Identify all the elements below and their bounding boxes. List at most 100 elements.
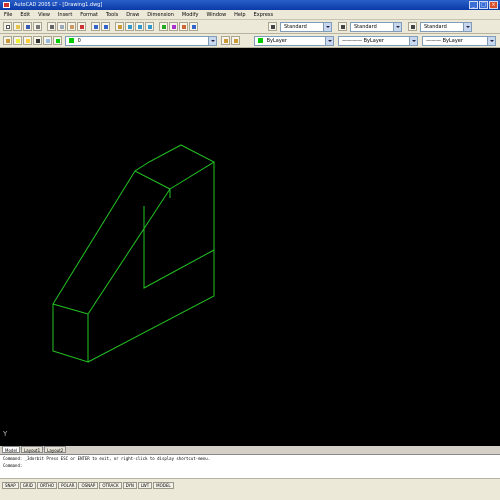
chevron-down-icon[interactable] — [463, 23, 471, 31]
table-style-select[interactable]: Standard — [420, 22, 472, 32]
make-current-layer-icon[interactable] — [221, 36, 230, 45]
menu-draw[interactable]: Draw — [126, 12, 139, 18]
chevron-down-icon[interactable] — [409, 37, 417, 45]
text-style-select[interactable]: Standard — [280, 22, 332, 32]
chevron-down-icon[interactable] — [325, 37, 333, 45]
tool-palettes-icon[interactable] — [179, 22, 188, 31]
menu-tools[interactable]: Tools — [106, 12, 118, 18]
color-value: ByLayer — [266, 38, 287, 44]
menu-bar: File Edit View Insert Format Tools Draw … — [0, 10, 500, 20]
menu-view[interactable]: View — [38, 12, 50, 18]
model-top-face — [134, 144, 216, 190]
open-icon[interactable] — [13, 22, 22, 31]
layer-color-swatch — [69, 38, 74, 43]
sun-icon[interactable] — [23, 36, 32, 45]
print-icon[interactable] — [33, 22, 42, 31]
help-icon[interactable] — [189, 22, 198, 31]
lightbulb-icon[interactable] — [13, 36, 22, 45]
text-style-icon — [268, 22, 277, 31]
title-bar: AutoCAD 2005 LT - [Drawing1.dwg] _ □ × — [0, 0, 500, 10]
layer-previous-icon[interactable] — [231, 36, 240, 45]
lineweight-value: ByLayer — [442, 38, 463, 44]
chevron-down-icon[interactable] — [208, 37, 216, 45]
zoom-previous-icon[interactable] — [145, 22, 154, 31]
model-sloped-face — [52, 170, 171, 315]
redo-icon[interactable] — [101, 22, 110, 31]
properties-icon[interactable] — [159, 22, 168, 31]
undo-icon[interactable] — [91, 22, 100, 31]
snap-toggle[interactable]: SNAP — [2, 482, 19, 489]
chevron-down-icon[interactable] — [393, 23, 401, 31]
match-properties-icon[interactable] — [77, 22, 86, 31]
layer-value: 0 — [77, 38, 81, 44]
dim-style-value: Standard — [354, 24, 377, 30]
color-select[interactable]: ByLayer — [254, 36, 334, 46]
window-controls: _ □ × — [469, 1, 498, 9]
dim-style-icon — [338, 22, 347, 31]
menu-format[interactable]: Format — [80, 12, 98, 18]
menu-dimension[interactable]: Dimension — [147, 12, 174, 18]
standard-toolbar: Standard Standard Standard — [0, 20, 500, 34]
paste-icon[interactable] — [67, 22, 76, 31]
lwt-toggle[interactable]: LWT — [137, 482, 153, 489]
menu-file[interactable]: File — [4, 12, 12, 18]
save-icon[interactable] — [23, 22, 32, 31]
tab-layout2[interactable]: Layout2 — [44, 446, 67, 453]
grid-toggle[interactable]: GRID — [19, 482, 36, 489]
osnap-toggle[interactable]: OSNAP — [78, 482, 99, 489]
menu-modify[interactable]: Modify — [182, 12, 199, 18]
zoom-window-icon[interactable] — [135, 22, 144, 31]
linetype-select[interactable]: ———— ByLayer — [338, 36, 418, 46]
linetype-value: ByLayer — [363, 38, 384, 44]
lineweight-sample: ——— — [426, 38, 443, 44]
command-prompt[interactable]: Command: — [3, 462, 500, 469]
zoom-realtime-icon[interactable] — [125, 22, 134, 31]
polar-toggle[interactable]: POLAR — [58, 482, 78, 489]
copy-icon[interactable] — [57, 22, 66, 31]
command-line[interactable]: Command: _3dorbit Press ESC or ENTER to … — [0, 454, 500, 478]
chevron-down-icon[interactable] — [323, 23, 331, 31]
menu-window[interactable]: Window — [206, 12, 226, 18]
freeze-icon[interactable] — [43, 36, 52, 45]
tab-model[interactable]: Model — [2, 446, 21, 453]
table-style-value: Standard — [424, 24, 447, 30]
menu-edit[interactable]: Edit — [20, 12, 30, 18]
minimize-icon[interactable]: _ — [469, 1, 478, 9]
cut-icon[interactable] — [47, 22, 56, 31]
status-bar: SNAP GRID ORTHO POLAR OSNAP OTRACK DYN L… — [0, 478, 500, 500]
model-right-face — [87, 162, 215, 363]
model-space-canvas[interactable] — [0, 48, 500, 446]
otrack-toggle[interactable]: OTRACK — [99, 482, 122, 489]
lock-icon[interactable] — [33, 36, 42, 45]
layer-manager-icon[interactable] — [3, 36, 12, 45]
color-icon[interactable] — [53, 36, 62, 45]
command-history: Command: _3dorbit Press ESC or ENTER to … — [3, 456, 211, 461]
color-swatch — [258, 38, 263, 43]
layers-properties-toolbar: 0 ByLayer ———— ByLayer ——— ByLayer — [0, 34, 500, 48]
layer-select[interactable]: 0 — [65, 36, 217, 46]
dim-style-select[interactable]: Standard — [350, 22, 402, 32]
ortho-toggle[interactable]: ORTHO — [36, 482, 58, 489]
chevron-down-icon[interactable] — [487, 37, 495, 45]
wireframe-model — [52, 144, 216, 363]
model-front-face — [52, 303, 89, 363]
menu-express[interactable]: Express — [254, 12, 274, 18]
autocad-logo-icon — [3, 2, 10, 8]
dyn-toggle[interactable]: DYN — [122, 482, 137, 489]
pan-icon[interactable] — [115, 22, 124, 31]
window-title: AutoCAD 2005 LT - [Drawing1.dwg] — [14, 2, 103, 8]
close-icon[interactable]: × — [489, 1, 498, 9]
drawing-viewport[interactable]: Y — [0, 48, 500, 446]
tab-layout1[interactable]: Layout1 — [21, 446, 44, 453]
menu-insert[interactable]: Insert — [58, 12, 72, 18]
model-inner-edge — [143, 206, 215, 289]
layout-tabs: Model Layout1 Layout2 — [0, 446, 500, 454]
table-style-icon — [408, 22, 417, 31]
lineweight-select[interactable]: ——— ByLayer — [422, 36, 496, 46]
model-toggle[interactable]: MODEL — [153, 482, 174, 489]
maximize-icon[interactable]: □ — [479, 1, 488, 9]
new-icon[interactable] — [3, 22, 12, 31]
menu-help[interactable]: Help — [234, 12, 245, 18]
linetype-sample: ———— — [342, 38, 364, 44]
design-center-icon[interactable] — [169, 22, 178, 31]
